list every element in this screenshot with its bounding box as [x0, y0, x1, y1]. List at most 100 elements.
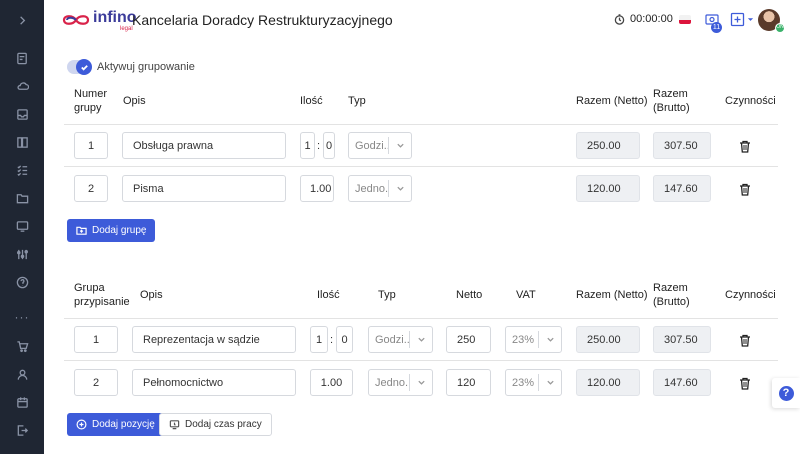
add-box-icon	[730, 12, 745, 27]
delete-row-button[interactable]	[739, 334, 751, 347]
total-gross-value: 147.60	[653, 175, 711, 202]
delete-row-button[interactable]	[739, 183, 751, 196]
col-header-vat: VAT	[516, 289, 536, 301]
sliders-icon[interactable]	[0, 246, 44, 262]
group-number-input[interactable]: 2	[74, 175, 108, 202]
logo-text: infino	[93, 9, 137, 26]
col-header-type: Typ	[378, 289, 396, 301]
folder-icon[interactable]	[0, 190, 44, 206]
vat-select[interactable]: 23%	[505, 369, 562, 396]
language-flag-icon[interactable]	[679, 15, 691, 24]
logo[interactable]: infino legal	[60, 9, 137, 33]
time-separator: :	[330, 334, 334, 346]
cloud-icon[interactable]	[0, 78, 44, 94]
notification-badge: 11	[711, 22, 722, 33]
books-icon[interactable]	[0, 134, 44, 150]
quantity-minutes-input[interactable]: 0	[323, 132, 335, 159]
type-select[interactable]: Godzi...	[348, 132, 412, 159]
type-select[interactable]: Jedno...	[348, 175, 412, 202]
quantity-hours-input[interactable]: 1	[300, 132, 315, 159]
item-group-input[interactable]: 2	[74, 369, 118, 396]
add-group-label: Dodaj grupę	[92, 225, 147, 236]
col-header-quantity: Ilość	[317, 289, 340, 301]
trash-icon	[740, 140, 750, 153]
help-circle-icon[interactable]	[0, 274, 44, 290]
topbar: infino legal Kancelaria Doradcy Restrukt…	[44, 0, 800, 40]
add-item-label: Dodaj pozycję	[92, 419, 155, 430]
chevron-down-icon	[396, 186, 404, 191]
calendar-icon[interactable]	[0, 394, 44, 410]
total-gross-value: 307.50	[653, 132, 711, 159]
vat-select-value: 23%	[512, 376, 535, 389]
quantity-input[interactable]: 1.00	[300, 175, 334, 202]
add-work-time-button[interactable]: Dodaj czas pracy	[159, 413, 272, 436]
divider	[64, 360, 778, 361]
logo-subtext: legal	[120, 26, 133, 32]
inbox-icon[interactable]	[0, 106, 44, 122]
document-edit-icon[interactable]	[0, 50, 44, 66]
grouping-toggle-label: Aktywuj grupowanie	[97, 61, 195, 73]
quantity-hours-input[interactable]: 1	[310, 326, 328, 353]
total-net-value: 120.00	[576, 175, 640, 202]
col-header-total-gross: Razem (Brutto)	[653, 282, 690, 308]
total-gross-value: 147.60	[653, 369, 711, 396]
item-description-input[interactable]: Pełnomocnictwo	[132, 369, 296, 396]
col-header-group-number: Numer grupy	[74, 88, 108, 114]
col-header-actions: Czynności	[725, 95, 776, 107]
type-select-value: Godzi...	[375, 333, 409, 346]
divider	[64, 318, 778, 319]
total-net-value: 250.00	[576, 132, 640, 159]
chevron-down-icon	[546, 380, 554, 385]
vat-select-value: 23%	[512, 333, 535, 346]
col-header-quantity: Ilość	[300, 95, 323, 107]
trash-icon	[740, 334, 750, 347]
plus-circle-icon	[76, 419, 87, 430]
add-item-button[interactable]: Dodaj pozycję	[67, 413, 164, 436]
item-description-input[interactable]: Reprezentacja w sądzie	[132, 326, 296, 353]
caret-down-icon	[747, 18, 754, 21]
add-group-button[interactable]: Dodaj grupę	[67, 219, 156, 242]
expand-sidebar-icon[interactable]	[0, 12, 44, 28]
stopwatch-icon	[614, 13, 625, 25]
netto-input[interactable]: 120	[446, 369, 491, 396]
col-header-description: Opis	[140, 289, 163, 301]
col-header-total-net: Razem (Netto)	[576, 95, 648, 107]
netto-input[interactable]: 250	[446, 326, 491, 353]
help-button[interactable]: ?	[772, 378, 800, 408]
checklist-icon[interactable]	[0, 162, 44, 178]
trash-icon	[740, 183, 750, 196]
quantity-minutes-input[interactable]: 0	[336, 326, 353, 353]
more-icon[interactable]: ···	[0, 310, 44, 324]
monitor-icon[interactable]	[0, 218, 44, 234]
divider	[64, 166, 778, 167]
chevron-down-icon	[396, 143, 404, 148]
cart-icon[interactable]	[0, 338, 44, 354]
divider	[64, 124, 778, 125]
add-menu-button[interactable]	[730, 12, 754, 27]
group-description-input[interactable]: Obsługa prawna	[122, 132, 286, 159]
sidebar: ···	[0, 0, 44, 454]
col-header-total-net: Razem (Netto)	[576, 289, 648, 301]
group-number-input[interactable]: 1	[74, 132, 108, 159]
main-content: Aktywuj grupowanie Numer grupy Opis Iloś…	[44, 40, 800, 454]
item-group-input[interactable]: 1	[74, 326, 118, 353]
work-timer[interactable]: 00:00:00	[614, 13, 673, 25]
delete-row-button[interactable]	[739, 140, 751, 153]
type-select[interactable]: Jedno...	[368, 369, 433, 396]
logo-mark-icon	[62, 15, 90, 25]
col-header-description: Opis	[123, 95, 146, 107]
folder-add-icon	[76, 226, 87, 235]
quantity-input[interactable]: 1.00	[310, 369, 353, 396]
delete-row-button[interactable]	[739, 377, 751, 390]
user-icon[interactable]	[0, 366, 44, 382]
grouping-toggle[interactable]	[67, 59, 92, 75]
add-work-time-label: Dodaj czas pracy	[185, 419, 262, 430]
logout-icon[interactable]	[0, 422, 44, 438]
total-net-value: 120.00	[576, 369, 640, 396]
app-title: Kancelaria Doradcy Restrukturyzacyjnego	[132, 12, 393, 28]
status-badge: ON	[775, 23, 785, 33]
col-header-netto: Netto	[456, 289, 483, 301]
group-description-input[interactable]: Pisma	[122, 175, 286, 202]
type-select[interactable]: Godzi...	[368, 326, 433, 353]
vat-select[interactable]: 23%	[505, 326, 562, 353]
